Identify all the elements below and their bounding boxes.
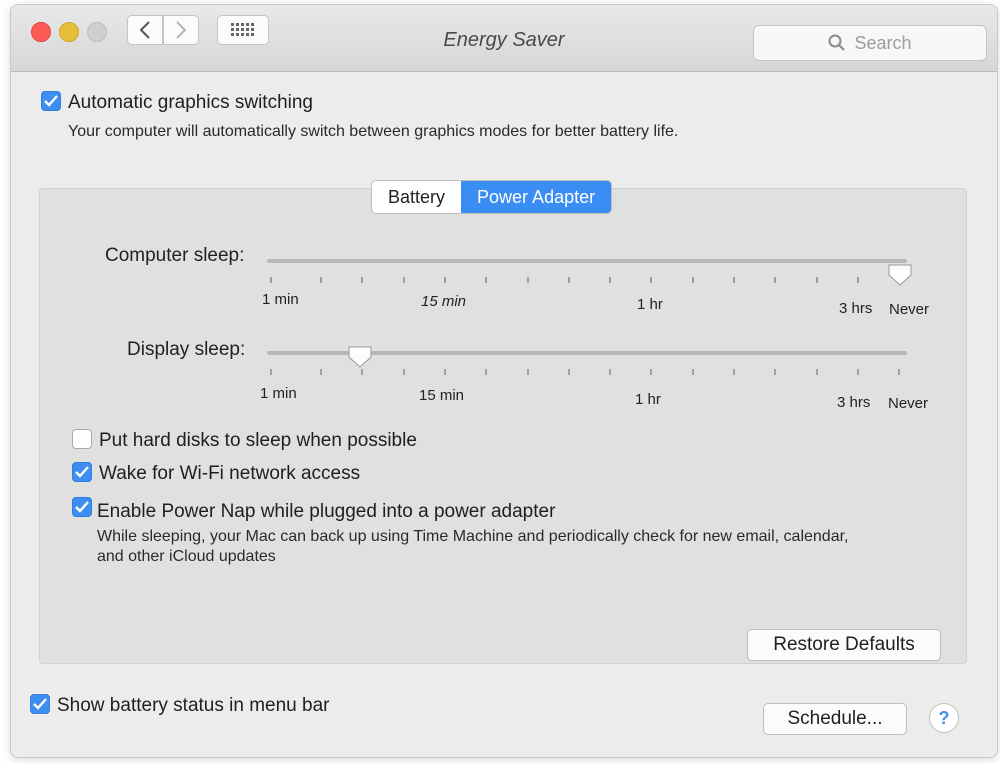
computer-sleep-tick-1min: 1 min xyxy=(262,291,299,308)
computer-sleep-tick-1hr: 1 hr xyxy=(637,296,663,313)
display-sleep-thumb[interactable] xyxy=(348,346,372,368)
checkmark-icon xyxy=(44,95,58,107)
display-sleep-label: Display sleep: xyxy=(127,339,246,360)
computer-sleep-slider[interactable] xyxy=(261,253,921,293)
title-bar: Energy Saver Search xyxy=(11,5,997,72)
display-sleep-tick-1hr: 1 hr xyxy=(635,391,661,408)
computer-sleep-thumb[interactable] xyxy=(888,264,912,286)
graphics-switching-checkbox[interactable] xyxy=(41,91,61,111)
power-nap-checkbox[interactable] xyxy=(72,497,92,517)
wifi-wake-label: Wake for Wi-Fi network access xyxy=(99,463,361,484)
display-sleep-slider[interactable] xyxy=(261,345,921,385)
computer-sleep-tick-3hrs: 3 hrs xyxy=(839,300,873,317)
display-sleep-tick-15min: 15 min xyxy=(419,387,465,404)
display-sleep-tick-never: Never xyxy=(888,395,929,412)
battery-status-checkbox[interactable] xyxy=(30,694,50,714)
computer-sleep-tick-never: Never xyxy=(889,301,930,318)
power-nap-label: Enable Power Nap while plugged into a po… xyxy=(97,501,556,522)
hard-disks-checkbox[interactable] xyxy=(72,429,92,449)
checkmark-icon xyxy=(75,466,89,478)
checkmark-icon xyxy=(33,698,47,710)
power-nap-description: While sleeping, your Mac can back up usi… xyxy=(97,528,849,565)
computer-sleep-tick-15min: 15 min xyxy=(421,293,467,310)
wifi-wake-checkbox[interactable] xyxy=(72,462,92,482)
tab-power-adapter[interactable]: Power Adapter xyxy=(461,181,612,213)
tab-battery[interactable]: Battery xyxy=(372,181,461,213)
graphics-switching-label: Automatic graphics switching xyxy=(68,92,313,113)
computer-sleep-label: Computer sleep: xyxy=(105,245,245,266)
checkmark-icon xyxy=(75,501,89,513)
restore-defaults-button[interactable]: Restore Defaults xyxy=(747,629,941,661)
energy-saver-window: Energy Saver Search Automatic graphics s… xyxy=(10,4,998,758)
search-icon xyxy=(828,34,846,51)
search-placeholder: Search xyxy=(854,32,912,53)
display-sleep-tick-3hrs: 3 hrs xyxy=(837,394,871,411)
search-field[interactable]: Search xyxy=(753,25,987,61)
display-sleep-tick-1min: 1 min xyxy=(260,385,297,402)
power-source-tabs: Battery Power Adapter xyxy=(371,180,613,214)
schedule-button[interactable]: Schedule... xyxy=(763,703,907,735)
slider-track xyxy=(267,259,907,263)
help-button[interactable]: ? xyxy=(929,703,959,733)
graphics-switching-description: Your computer will automatically switch … xyxy=(68,123,679,140)
hard-disks-label: Put hard disks to sleep when possible xyxy=(99,430,417,451)
battery-status-label: Show battery status in menu bar xyxy=(57,695,330,716)
